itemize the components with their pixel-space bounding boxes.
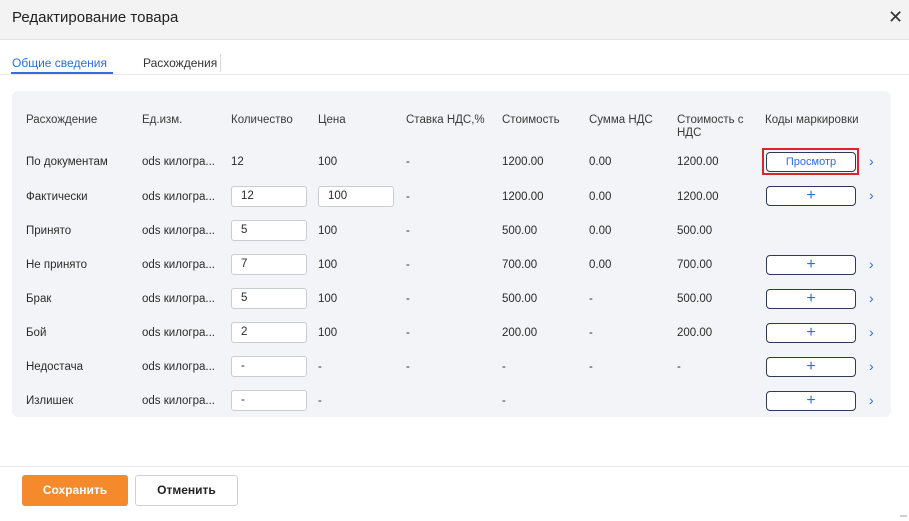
header-cost-with-vat: Стоимость с [677, 114, 744, 126]
row-cost-vat: 200.00 [677, 327, 713, 339]
row-unit: ods килогра... [142, 327, 215, 339]
row-cost: 200.00 [502, 327, 538, 339]
close-icon[interactable]: ✕ [888, 7, 903, 27]
row-name: Бой [26, 327, 47, 339]
chevron-right-icon[interactable]: › [869, 153, 874, 169]
quantity-input[interactable]: 2 [231, 322, 307, 343]
tab-discrepancies[interactable]: Расхождения [143, 56, 217, 70]
row-vat-rate: - [406, 327, 410, 339]
dialog-title: Редактирование товара [12, 9, 179, 26]
row-vat-sum: - [589, 327, 593, 339]
row-name: Излишек [26, 395, 74, 407]
row-cost-vat: 500.00 [677, 293, 713, 305]
row-price: 100 [318, 225, 338, 237]
header-discrepancy: Расхождение [26, 114, 98, 126]
row-cost: 1200.00 [502, 156, 544, 168]
chevron-right-icon[interactable]: › [869, 256, 874, 272]
quantity-input[interactable]: - [231, 390, 307, 411]
row-vat-sum: 0.00 [589, 225, 612, 237]
row-name: Не принято [26, 259, 88, 271]
tab-bar: Общие сведения Расхождения [0, 50, 909, 75]
row-vat-sum: - [589, 293, 593, 305]
row-cost: 1200.00 [502, 191, 544, 203]
footer-divider [0, 466, 909, 467]
row-unit: ods килогра... [142, 361, 215, 373]
row-unit: ods килогра... [142, 156, 215, 168]
header-vat-rate: Ставка НДС,% [406, 114, 485, 126]
chevron-right-icon[interactable]: › [869, 290, 874, 306]
row-unit: ods килогра... [142, 395, 215, 407]
quantity-input[interactable]: - [231, 356, 307, 377]
header-marking-codes: Коды маркировки [765, 114, 859, 126]
price-input[interactable]: 100 [318, 186, 394, 207]
row-cost: 500.00 [502, 225, 538, 237]
row-price: 100 [318, 156, 338, 168]
row-unit: ods килогра... [142, 225, 215, 237]
row-vat-rate: - [406, 259, 410, 271]
add-marking-button[interactable]: + [766, 255, 856, 275]
add-marking-button[interactable]: + [766, 289, 856, 309]
row-cost: 700.00 [502, 259, 538, 271]
quantity-input[interactable]: 12 [231, 186, 307, 207]
row-vat-sum: 0.00 [589, 259, 612, 271]
tab-divider [220, 54, 221, 72]
row-unit: ods килогра... [142, 293, 215, 305]
row-name: Брак [26, 293, 52, 305]
row-vat-sum: 0.00 [589, 156, 612, 168]
quantity-input[interactable]: 5 [231, 220, 307, 241]
row-price: 100 [318, 259, 338, 271]
row-price: 100 [318, 327, 338, 339]
header-vat-sum: Сумма НДС [589, 114, 653, 126]
row-name: Недостача [26, 361, 83, 373]
add-marking-button[interactable]: + [766, 323, 856, 343]
row-cost-vat: 700.00 [677, 259, 713, 271]
row-vat-rate: - [406, 225, 410, 237]
row-vat-rate: - [406, 156, 410, 168]
add-marking-button[interactable]: + [766, 391, 856, 411]
row-vat-rate: - [406, 293, 410, 305]
chevron-right-icon[interactable]: › [869, 358, 874, 374]
tab-general-info[interactable]: Общие сведения [11, 56, 113, 74]
resize-handle [900, 515, 907, 517]
chevron-right-icon[interactable]: › [869, 392, 874, 408]
header-cost: Стоимость [502, 114, 560, 126]
header-unit: Ед.изм. [142, 114, 183, 126]
header-cost-with-vat-line2: НДС [677, 127, 702, 139]
row-cost-vat: 1200.00 [677, 156, 719, 168]
highlight-frame [762, 148, 859, 175]
row-name: По документам [26, 156, 108, 168]
quantity-input[interactable]: 7 [231, 254, 307, 275]
chevron-right-icon[interactable]: › [869, 324, 874, 340]
row-vat-rate: - [406, 361, 410, 373]
quantity-input[interactable]: 5 [231, 288, 307, 309]
row-qty: 12 [231, 156, 244, 168]
row-price: - [318, 395, 322, 407]
row-price: - [318, 361, 322, 373]
row-unit: ods килогра... [142, 259, 215, 271]
row-name: Принято [26, 225, 72, 237]
row-cost-vat: 500.00 [677, 225, 713, 237]
header-quantity: Количество [231, 114, 293, 126]
cancel-button[interactable]: Отменить [135, 475, 238, 506]
header-price: Цена [318, 114, 346, 126]
add-marking-button[interactable]: + [766, 186, 856, 206]
row-vat-sum: - [589, 361, 593, 373]
row-cost: - [502, 361, 506, 373]
add-marking-button[interactable]: + [766, 357, 856, 377]
row-unit: ods килогра... [142, 191, 215, 203]
row-vat-rate: - [406, 191, 410, 203]
row-vat-sum: 0.00 [589, 191, 612, 203]
row-cost-vat: - [677, 361, 681, 373]
row-price: 100 [318, 293, 338, 305]
save-button[interactable]: Сохранить [22, 475, 128, 506]
discrepancy-table: Расхождение Ед.изм. Количество Цена Став… [12, 91, 891, 417]
row-cost-vat: 1200.00 [677, 191, 719, 203]
chevron-right-icon[interactable]: › [869, 187, 874, 203]
dialog-header: Редактирование товара ✕ [0, 0, 909, 40]
row-name: Фактически [26, 191, 88, 203]
row-cost: 500.00 [502, 293, 538, 305]
row-cost: - [502, 395, 506, 407]
